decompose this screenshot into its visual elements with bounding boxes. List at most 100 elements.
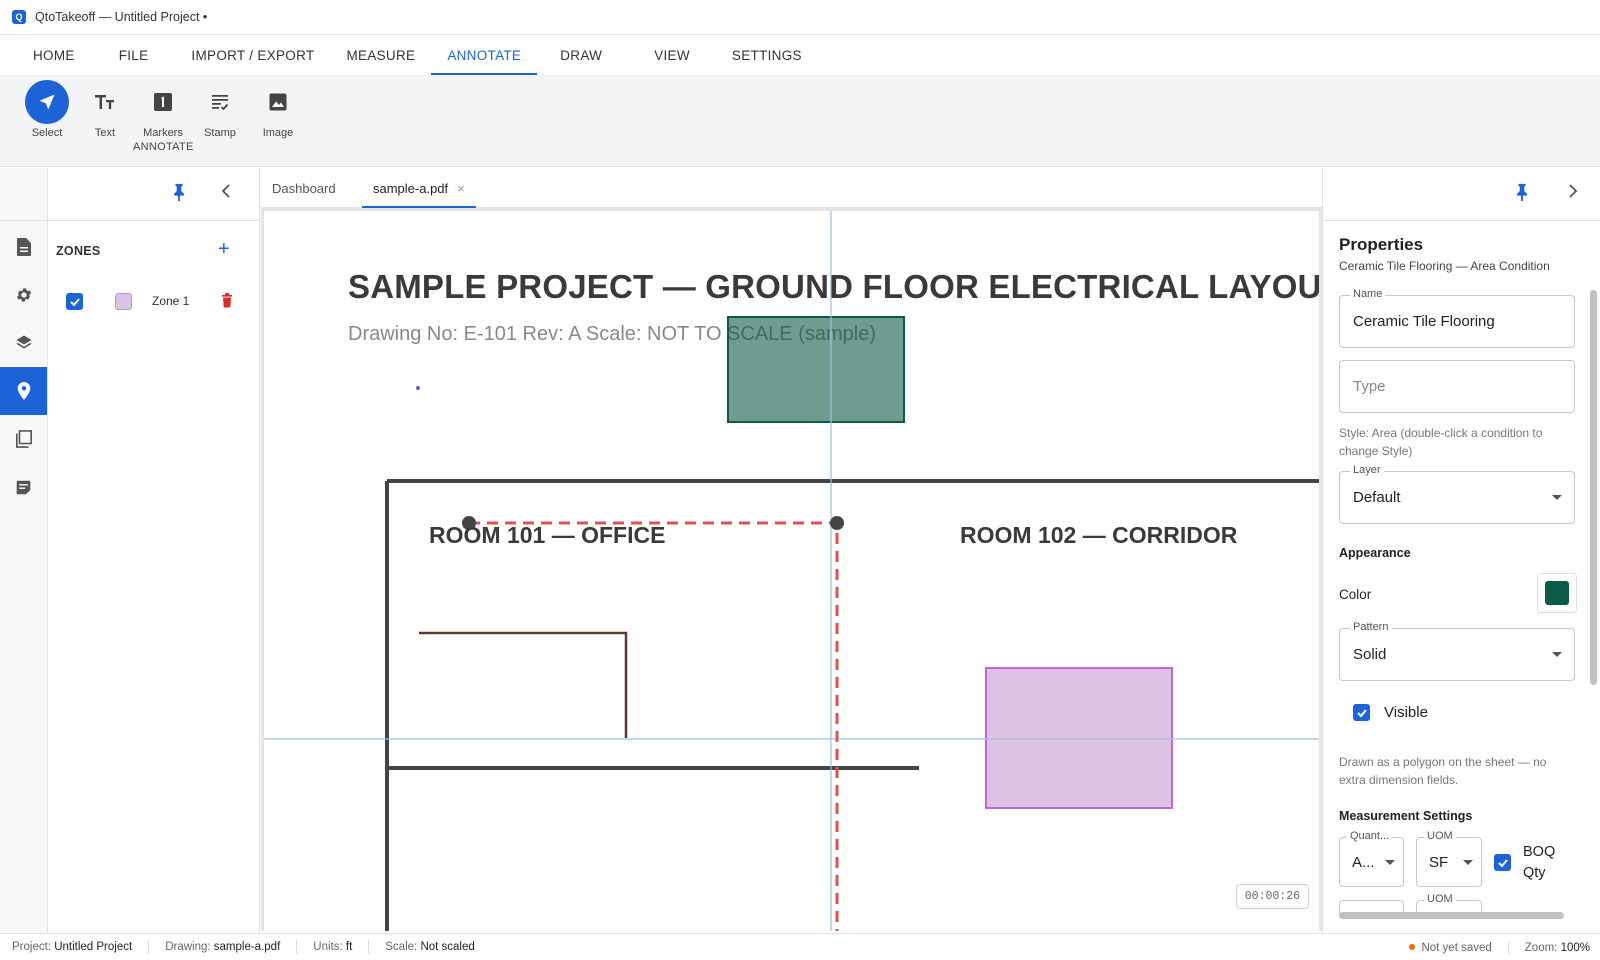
quantity-select[interactable]: Quant... A...: [1339, 830, 1404, 887]
menu-bar: HOME FILE IMPORT / EXPORT MEASURE ANNOTA…: [0, 35, 1600, 75]
rail-item-zones[interactable]: [0, 367, 47, 415]
area-condition-shape[interactable]: [727, 316, 905, 423]
vertical-scrollbar[interactable]: [1590, 290, 1597, 685]
zone-1-shape[interactable]: [985, 667, 1173, 809]
zones-header: ZONES: [56, 244, 101, 258]
menu-tab-view[interactable]: VIEW: [628, 35, 716, 75]
check-icon: [69, 297, 80, 306]
chevron-down-icon: [1552, 495, 1562, 500]
rail-item-notes[interactable]: [0, 463, 47, 511]
style-help-text: Style: Area (double-click a condition to…: [1339, 426, 1543, 458]
tab-dashboard-label: Dashboard: [272, 180, 336, 196]
pattern-select[interactable]: Pattern Solid: [1339, 621, 1575, 681]
zone-color-swatch[interactable]: [115, 293, 132, 310]
name-field[interactable]: Name Ceramic Tile Flooring: [1339, 288, 1575, 348]
left-icon-rail: [0, 168, 48, 933]
window-title: QtoTakeoff — Untitled Project •: [35, 10, 208, 24]
zone-visible-checkbox[interactable]: [66, 293, 83, 310]
text-tool-label: Text: [94, 127, 116, 139]
color-picker-button[interactable]: [1537, 573, 1577, 613]
horizontal-scrollbar[interactable]: [1339, 912, 1564, 919]
layers-icon: [16, 335, 31, 349]
pin-icon[interactable]: [172, 183, 186, 204]
collapse-left-icon[interactable]: [221, 184, 231, 201]
pin-icon[interactable]: [1515, 183, 1529, 204]
status-scale: Scale: Not scaled: [385, 941, 475, 953]
name-field-label: Name: [1350, 288, 1386, 300]
rail-item-pages[interactable]: [0, 415, 47, 463]
name-field-value: Ceramic Tile Flooring: [1353, 313, 1495, 330]
text-size-icon: [83, 80, 127, 124]
stamp-tool-button[interactable]: Stamp: [191, 80, 249, 139]
boq-label-line-1: BOQ: [1523, 844, 1556, 860]
menu-tab-measure[interactable]: MEASURE: [330, 35, 431, 75]
menu-tab-file[interactable]: FILE: [91, 35, 176, 75]
room-label: ROOM 102 — CORRIDOR: [960, 522, 1238, 548]
ribbon-toolbar: Select Text Markers Stamp Image ANNOTATE: [0, 75, 1600, 167]
status-units: Units: ft: [297, 940, 370, 954]
marker-1-icon: [141, 80, 185, 124]
drawing-sheet[interactable]: SAMPLE PROJECT — GROUND FLOOR ELECTRICAL…: [264, 211, 1319, 931]
properties-subtitle: Ceramic Tile Flooring — Area Condition: [1339, 259, 1550, 273]
rail-item-settings[interactable]: [0, 271, 47, 319]
pages-icon: [15, 430, 32, 448]
status-bar: Project: Untitled Project Drawing: sampl…: [0, 933, 1600, 960]
measurement-vertex[interactable]: [830, 516, 844, 530]
chevron-down-icon: [1385, 860, 1395, 865]
quantity-select-value: A...: [1352, 854, 1375, 871]
select-tool-label: Select: [31, 127, 63, 139]
select-tool-button[interactable]: Select: [18, 80, 76, 139]
zones-panel: ZONES + Zone 1: [48, 168, 260, 933]
markers-tool-button[interactable]: Markers: [134, 80, 192, 139]
add-zone-button[interactable]: +: [218, 238, 230, 261]
type-field[interactable]: Type: [1339, 360, 1575, 413]
uom-select[interactable]: UOM SF: [1416, 830, 1482, 887]
boq-checkbox[interactable]: [1494, 854, 1511, 871]
rail-item-documents[interactable]: [0, 223, 47, 271]
measurement-settings-header: Measurement Settings: [1339, 809, 1473, 823]
session-timer: 00:00:26: [1235, 884, 1309, 909]
list-item[interactable]: Zone 1: [48, 288, 258, 316]
menu-tab-import-export[interactable]: IMPORT / EXPORT: [175, 35, 330, 75]
stamp-icon: [198, 80, 242, 124]
collapse-right-icon[interactable]: [1568, 184, 1578, 201]
image-icon: [256, 80, 300, 124]
image-tool-button[interactable]: Image: [249, 80, 307, 139]
layer-select[interactable]: Layer Default: [1339, 464, 1575, 524]
drawing-overlay: [264, 211, 1319, 931]
menu-tab-home[interactable]: HOME: [17, 35, 91, 75]
visible-checkbox[interactable]: [1353, 704, 1370, 721]
measurement-line[interactable]: [469, 521, 839, 931]
room-label: ROOM 101 — OFFICE: [429, 522, 666, 548]
properties-panel: Properties Ceramic Tile Flooring — Area …: [1322, 168, 1600, 933]
menu-tab-settings[interactable]: SETTINGS: [716, 35, 818, 75]
menu-tab-draw[interactable]: DRAW: [537, 35, 628, 75]
menu-tab-annotate[interactable]: ANNOTATE: [431, 35, 538, 75]
visible-toggle[interactable]: Visible: [1353, 704, 1428, 721]
uom-select-value: SF: [1429, 854, 1449, 871]
rail-item-layers[interactable]: [0, 319, 47, 367]
text-tool-button[interactable]: Text: [76, 80, 134, 139]
layer-select-label: Layer: [1350, 464, 1384, 476]
boq-label-line-2: Qty: [1523, 865, 1546, 881]
drawing-canvas[interactable]: SAMPLE PROJECT — GROUND FLOOR ELECTRICAL…: [261, 208, 1322, 931]
app-logo-icon: Q: [12, 10, 26, 24]
tab-dashboard[interactable]: Dashboard: [272, 168, 336, 208]
color-swatch: [1545, 581, 1569, 605]
appearance-header: Appearance: [1339, 546, 1411, 560]
pattern-select-value: Solid: [1353, 646, 1387, 663]
check-icon: [1356, 708, 1367, 717]
title-bar: Q QtoTakeoff — Untitled Project •: [0, 0, 1600, 35]
marker-dot[interactable]: [416, 386, 420, 390]
delete-icon[interactable]: [221, 293, 233, 311]
status-drawing: Drawing: sample-a.pdf: [149, 940, 298, 954]
navigation-arrow-icon: [25, 80, 69, 124]
zone-name: Zone 1: [152, 294, 190, 308]
visible-label: Visible: [1384, 704, 1428, 721]
chevron-down-icon: [1552, 652, 1562, 657]
fixture-outline: [419, 631, 628, 738]
boq-qty-toggle[interactable]: BOQ Qty: [1494, 842, 1555, 884]
close-icon[interactable]: ×: [457, 181, 465, 196]
tab-sample-pdf[interactable]: sample-a.pdf ×: [362, 168, 476, 208]
quantity-select-label: Quant...: [1347, 830, 1393, 842]
